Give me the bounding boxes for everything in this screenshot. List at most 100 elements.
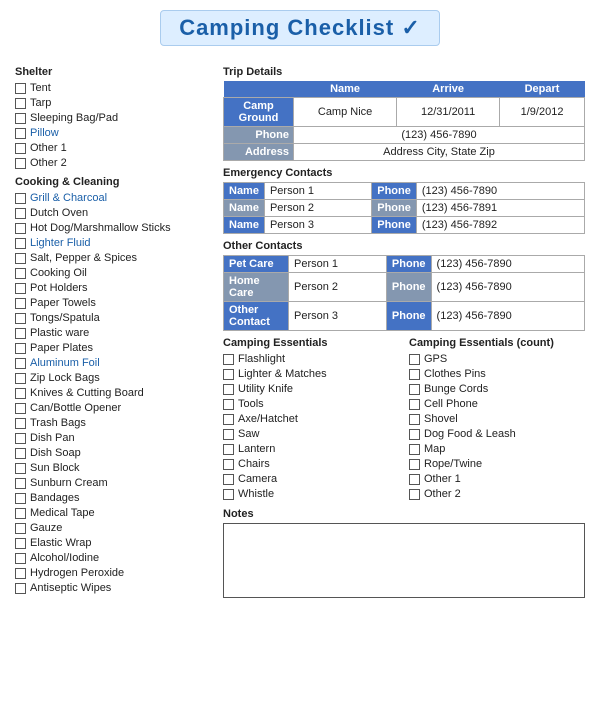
list-item: Lantern	[223, 442, 399, 456]
trip-col-arrive: Arrive	[397, 81, 500, 98]
checkbox[interactable]	[15, 418, 26, 429]
checkbox[interactable]	[15, 143, 26, 154]
checkbox[interactable]	[15, 223, 26, 234]
checkbox[interactable]	[409, 489, 420, 500]
right-column: Trip Details Name Arrive Depart Camp Gro…	[223, 58, 585, 598]
checkbox[interactable]	[15, 433, 26, 444]
checkbox[interactable]	[15, 463, 26, 474]
checkbox[interactable]	[15, 553, 26, 564]
checkbox[interactable]	[15, 583, 26, 594]
checkbox[interactable]	[15, 493, 26, 504]
item-label: Alcohol/Iodine	[30, 552, 99, 564]
checkbox[interactable]	[409, 444, 420, 455]
item-label: Dish Soap	[30, 447, 81, 459]
checkbox[interactable]	[223, 399, 234, 410]
item-label: Axe/Hatchet	[238, 413, 298, 425]
checkbox[interactable]	[409, 474, 420, 485]
checkbox[interactable]	[15, 343, 26, 354]
list-item: Pillow	[15, 126, 205, 140]
item-label: Zip Lock Bags	[30, 372, 100, 384]
checkbox[interactable]	[15, 113, 26, 124]
checkbox[interactable]	[409, 429, 420, 440]
item-label: Dish Pan	[30, 432, 75, 444]
checkbox[interactable]	[15, 208, 26, 219]
checkbox[interactable]	[223, 459, 234, 470]
notes-box[interactable]	[223, 523, 585, 598]
list-item: Bunge Cords	[409, 382, 585, 396]
checkbox[interactable]	[223, 369, 234, 380]
checkbox[interactable]	[15, 568, 26, 579]
list-item: Tools	[223, 397, 399, 411]
checkbox[interactable]	[15, 523, 26, 534]
item-label: Saw	[238, 428, 259, 440]
ec-name-2: Person 2	[264, 200, 371, 217]
list-item: Rope/Twine	[409, 457, 585, 471]
item-label: Dutch Oven	[30, 207, 88, 219]
list-item: Shovel	[409, 412, 585, 426]
item-label: Flashlight	[238, 353, 285, 365]
checkbox[interactable]	[15, 328, 26, 339]
checkbox[interactable]	[15, 283, 26, 294]
item-label: Cooking Oil	[30, 267, 87, 279]
checkbox[interactable]	[409, 369, 420, 380]
checkbox[interactable]	[223, 414, 234, 425]
checkbox[interactable]	[223, 474, 234, 485]
list-item: Bandages	[15, 491, 205, 505]
item-label: Paper Plates	[30, 342, 93, 354]
checkbox[interactable]	[15, 508, 26, 519]
checkbox[interactable]	[15, 448, 26, 459]
oc-phone-1: (123) 456-7890	[431, 256, 584, 273]
item-label: Clothes Pins	[424, 368, 486, 380]
list-item: Salt, Pepper & Spices	[15, 251, 205, 265]
oc-phone-3: (123) 456-7890	[431, 302, 584, 331]
list-item: Aluminum Foil	[15, 356, 205, 370]
item-label: Hydrogen Peroxide	[30, 567, 124, 579]
list-item: Sun Block	[15, 461, 205, 475]
list-item: Chairs	[223, 457, 399, 471]
checkbox[interactable]	[15, 298, 26, 309]
list-item: Camera	[223, 472, 399, 486]
checkbox[interactable]	[15, 158, 26, 169]
checkbox[interactable]	[15, 238, 26, 249]
list-item: Antiseptic Wipes	[15, 581, 205, 595]
checkbox[interactable]	[15, 193, 26, 204]
item-label: Pot Holders	[30, 282, 87, 294]
checkbox[interactable]	[409, 459, 420, 470]
list-item: Alcohol/Iodine	[15, 551, 205, 565]
item-label: Other 1	[30, 142, 67, 154]
checkbox[interactable]	[15, 373, 26, 384]
essentials-title-2: Camping Essentials (count)	[409, 337, 585, 349]
checkbox[interactable]	[409, 414, 420, 425]
checkbox[interactable]	[15, 403, 26, 414]
checkbox[interactable]	[223, 444, 234, 455]
checkbox[interactable]	[15, 478, 26, 489]
list-item: Cell Phone	[409, 397, 585, 411]
checkbox[interactable]	[15, 128, 26, 139]
checkbox[interactable]	[15, 253, 26, 264]
checkbox[interactable]	[15, 313, 26, 324]
checkbox[interactable]	[15, 358, 26, 369]
item-label: Knives & Cutting Board	[30, 387, 144, 399]
checkbox[interactable]	[409, 354, 420, 365]
list-item: Knives & Cutting Board	[15, 386, 205, 400]
trip-table: Name Arrive Depart Camp Ground Camp Nice…	[223, 81, 585, 161]
list-item: Clothes Pins	[409, 367, 585, 381]
item-label: Gauze	[30, 522, 62, 534]
item-label: Dog Food & Leash	[424, 428, 516, 440]
checkbox[interactable]	[15, 538, 26, 549]
checkbox[interactable]	[223, 354, 234, 365]
checkbox[interactable]	[15, 388, 26, 399]
checkbox[interactable]	[223, 429, 234, 440]
list-item: Paper Plates	[15, 341, 205, 355]
checkbox[interactable]	[223, 489, 234, 500]
checkbox[interactable]	[409, 399, 420, 410]
checkbox[interactable]	[223, 384, 234, 395]
checkbox[interactable]	[409, 384, 420, 395]
checkbox[interactable]	[15, 98, 26, 109]
oc-name-2: Person 2	[289, 273, 387, 302]
item-label: Camera	[238, 473, 277, 485]
list-item: Plastic ware	[15, 326, 205, 340]
checkbox[interactable]	[15, 83, 26, 94]
checkbox[interactable]	[15, 268, 26, 279]
item-label: Salt, Pepper & Spices	[30, 252, 137, 264]
